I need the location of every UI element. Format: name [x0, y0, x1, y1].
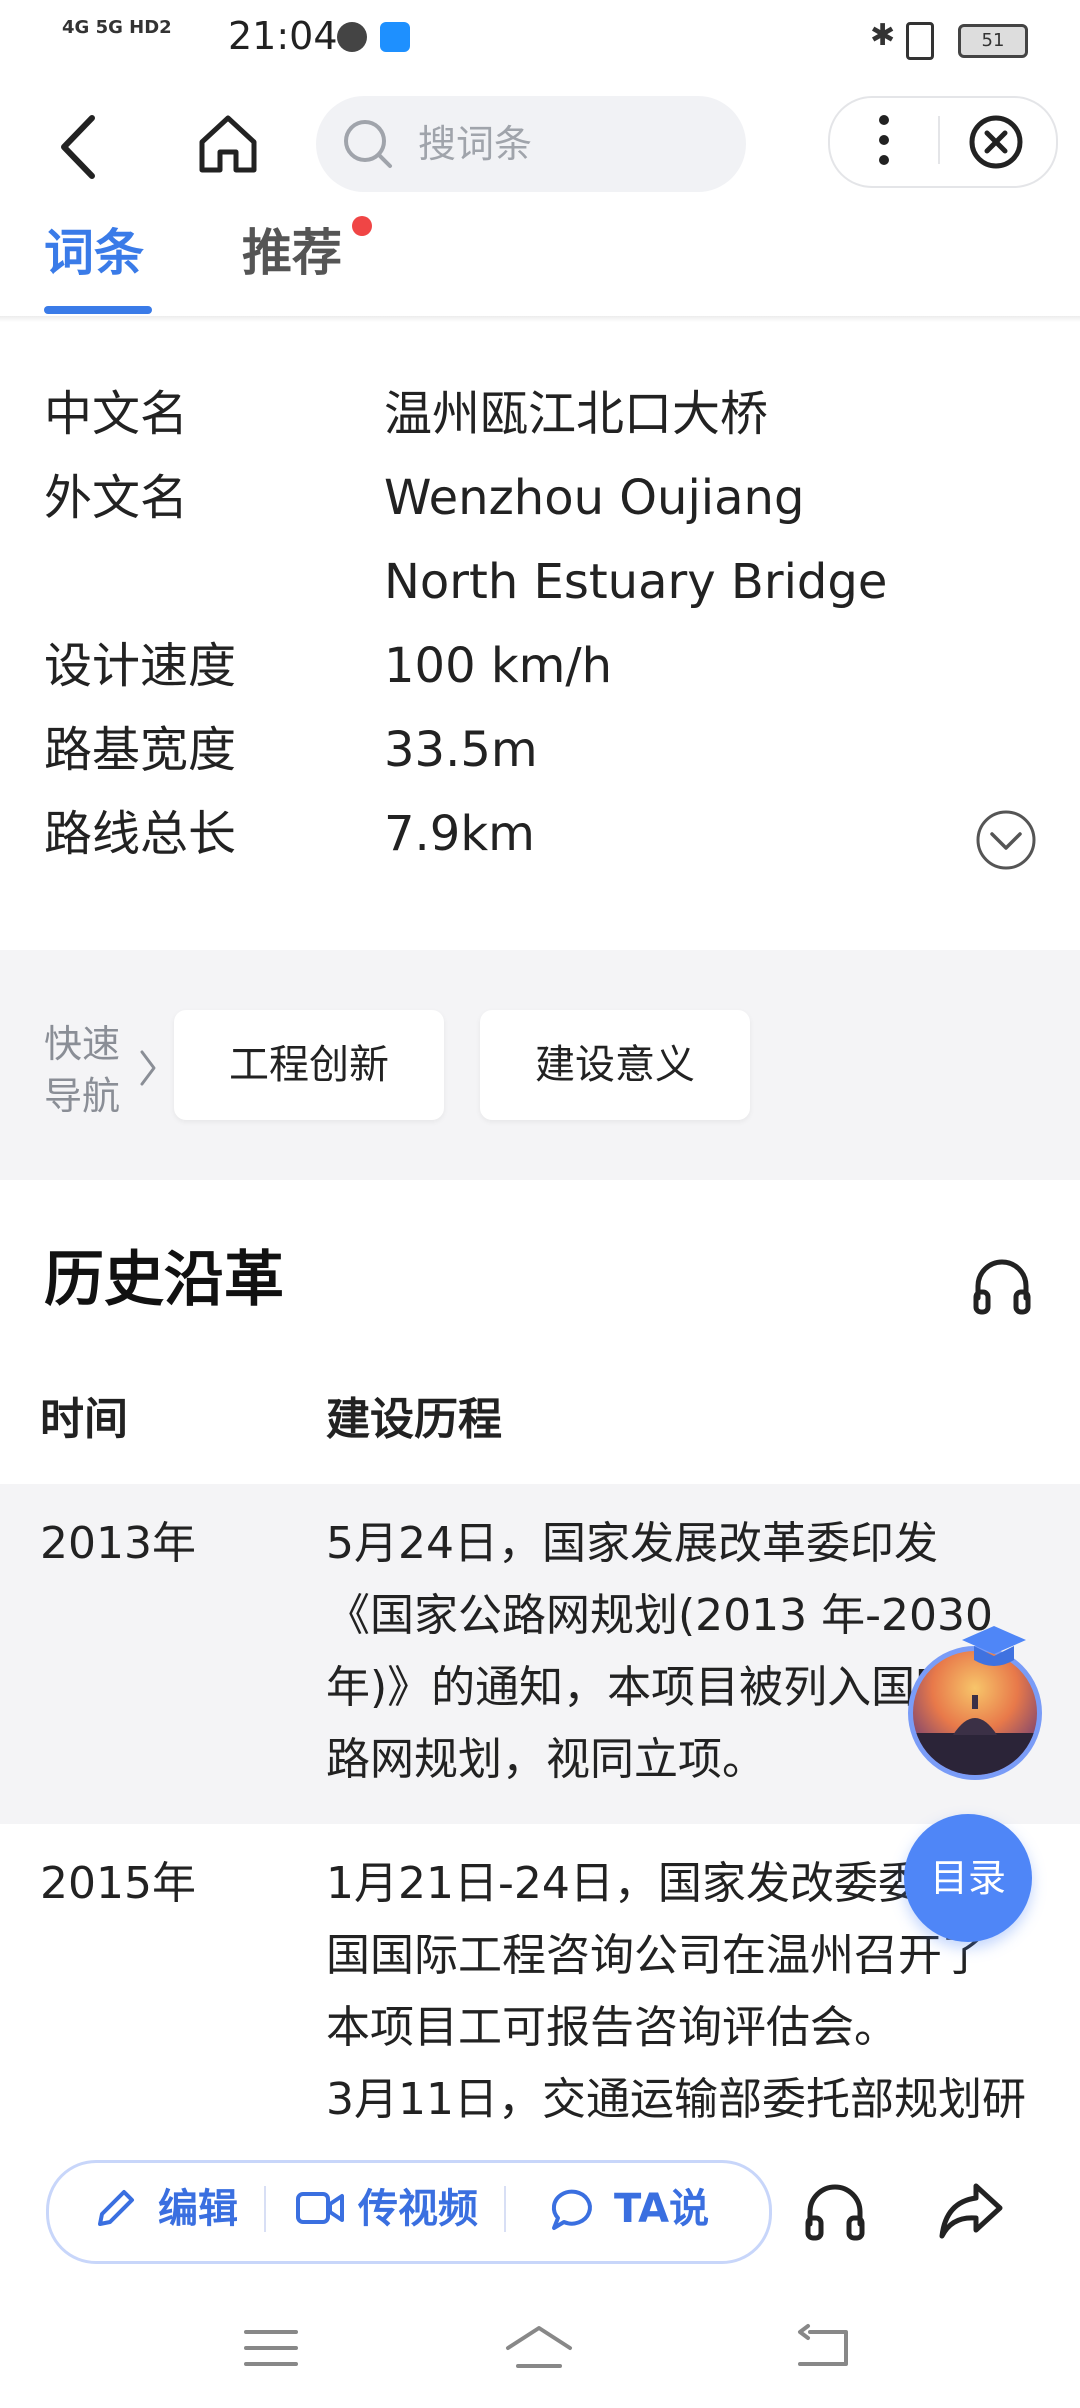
action-divider [264, 2186, 266, 2232]
pencil-icon [98, 2190, 134, 2226]
home-icon[interactable] [196, 112, 260, 176]
battery-icon: 51 [958, 24, 1028, 58]
back-icon[interactable] [52, 112, 108, 182]
info-value-foreign-name-line2: North Estuary Bridge [384, 554, 888, 610]
info-label-total-length: 路线总长 [44, 806, 237, 862]
info-value-foreign-name: Wenzhou Oujiang [384, 470, 805, 526]
recent-apps-icon[interactable] [236, 2318, 306, 2378]
table-header-time: 时间 [40, 1394, 128, 1445]
tab-entry[interactable]: 词条 [44, 218, 144, 288]
active-tab-indicator [44, 306, 152, 314]
quick-nav-label: 快速 导航 [44, 1022, 121, 1118]
tab-divider [0, 316, 1080, 322]
expand-chevron-icon[interactable] [974, 808, 1038, 872]
info-value-roadbed-width: 33.5m [384, 722, 538, 778]
table-cell-year: 2015年 [40, 1858, 196, 1909]
quick-nav-engineering-innovation[interactable]: 工程创新 [174, 1010, 444, 1120]
app-notification-icon [380, 22, 410, 52]
share-icon[interactable] [936, 2176, 1006, 2246]
table-cell-year: 2013年 [40, 1518, 196, 1569]
home-nav-icon[interactable] [504, 2318, 574, 2378]
network-indicator: 4G 5G HD2 [62, 17, 172, 38]
bluetooth-icon: ✱ [870, 18, 896, 53]
headphones-icon[interactable] [968, 1252, 1036, 1320]
notification-icon [337, 22, 367, 52]
section-title: 历史沿革 [44, 1245, 284, 1315]
chevron-right-icon [140, 1050, 156, 1086]
quick-nav-construction-significance[interactable]: 建设意义 [480, 1010, 750, 1120]
status-bar: 4G 5G HD2 21:04 ✱ 51 [0, 0, 1080, 80]
info-label-foreign-name: 外文名 [44, 470, 189, 526]
close-icon[interactable] [966, 112, 1026, 172]
back-nav-icon[interactable] [790, 2318, 860, 2378]
toc-button[interactable]: 目录 [904, 1814, 1032, 1942]
action-divider [504, 2186, 506, 2232]
info-label-roadbed-width: 路基宽度 [44, 722, 237, 778]
edit-button[interactable]: 编辑 [158, 2178, 238, 2240]
info-value-design-speed: 100 km/h [384, 638, 613, 694]
tab-recommend[interactable]: 推荐 [242, 218, 342, 288]
info-value-chinese-name: 温州瓯江北口大桥 [384, 386, 769, 442]
vibrate-icon [906, 22, 934, 60]
table-header-history: 建设历程 [326, 1394, 502, 1445]
recommend-badge [352, 216, 372, 236]
chat-bubble-icon [551, 2189, 592, 2230]
graduation-cap-icon [962, 1626, 1026, 1666]
upload-video-button[interactable]: 传视频 [358, 2178, 478, 2240]
more-icon[interactable] [872, 110, 896, 170]
info-label-chinese-name: 中文名 [44, 386, 189, 442]
status-time: 21:04 [228, 14, 338, 58]
search-icon [344, 120, 392, 168]
info-value-total-length: 7.9km [384, 806, 535, 862]
headphones-icon[interactable] [800, 2176, 870, 2246]
info-label-design-speed: 设计速度 [44, 638, 237, 694]
video-icon [296, 2192, 344, 2224]
search-input[interactable]: 搜词条 [418, 116, 532, 172]
capsule-divider [938, 116, 940, 164]
ta-say-button[interactable]: TA说 [614, 2178, 709, 2240]
